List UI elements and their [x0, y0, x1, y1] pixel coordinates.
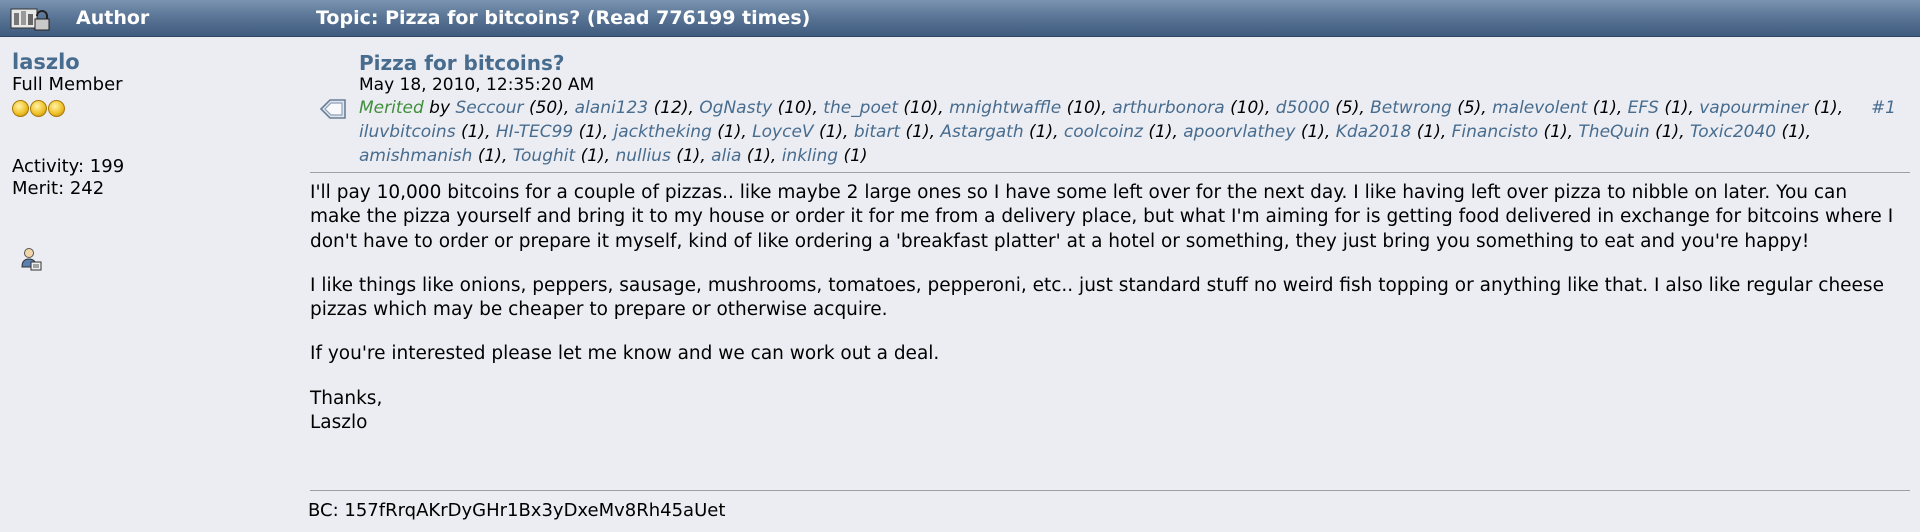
merit-list: Merited by Seccour (50), alani123 (12), … [359, 96, 1859, 168]
post-paragraph: I'll pay 10,000 bitcoins for a couple of… [310, 182, 1894, 252]
merit-count: (1), [472, 146, 513, 166]
merit-count: (1), [1295, 122, 1336, 142]
merit-user-link[interactable]: the_poet [823, 98, 898, 118]
merit-user-link[interactable]: Financisto [1452, 122, 1538, 142]
post-header: Pizza for bitcoins? May 18, 2010, 12:35:… [359, 52, 1859, 168]
merit-user-link[interactable]: coolcoinz [1064, 122, 1143, 142]
post-paragraph: Thanks, Laszlo [310, 387, 383, 434]
merit-count: (5), [1329, 98, 1371, 118]
post-paragraph: If you're interested please let me know … [310, 343, 940, 365]
post-title-link[interactable]: Pizza for bitcoins? [359, 52, 1859, 75]
merit-count: (1), [455, 122, 496, 142]
merit-users: Seccour (50), alani123 (12), OgNasty (10… [359, 98, 1843, 166]
merit-count: (1), [575, 146, 616, 166]
merit-count: (1), [1649, 122, 1690, 142]
merit-count: (1), [813, 122, 854, 142]
post-body: I'll pay 10,000 bitcoins for a couple of… [310, 181, 1900, 455]
merit-count: (1), [1411, 122, 1452, 142]
merit-count: (5), [1451, 98, 1493, 118]
poster-info: laszlo Full Member Activity: 199 Merit: … [12, 50, 302, 200]
merit-count: (1), [1142, 122, 1184, 142]
merit-user-link[interactable]: TheQuin [1578, 122, 1649, 142]
merit-count: (12), [648, 98, 700, 118]
merit-user-link[interactable]: Kda2018 [1336, 122, 1412, 142]
merit-count: (1), [670, 146, 712, 166]
merit-user-link[interactable]: Toughit [513, 146, 575, 166]
merit-count: (1), [1808, 98, 1844, 118]
post-icon [319, 99, 346, 119]
merit-count: (10), [1061, 98, 1113, 118]
merit-user-link[interactable]: Astargath [940, 122, 1023, 142]
rank-stars [12, 100, 302, 117]
merit-count: (1), [1658, 98, 1700, 118]
merit-count: (10), [898, 98, 950, 118]
merit-user-link[interactable]: Betwrong [1370, 98, 1452, 118]
merit-user-link[interactable]: bitart [854, 122, 900, 142]
post-number-link[interactable]: #1 [1871, 98, 1896, 118]
merit-user-link[interactable]: LoyceV [752, 122, 813, 142]
merit-user-link[interactable]: amishmanish [359, 146, 472, 166]
merit-count: (10), [772, 98, 824, 118]
merit-count: (1), [711, 122, 753, 142]
merit-user-link[interactable]: nullius [615, 146, 670, 166]
merit-count: (50), [523, 98, 575, 118]
merit-user-link[interactable]: OgNasty [699, 98, 772, 118]
topic-header-bar: Author Topic: Pizza for bitcoins? (Read … [0, 0, 1920, 37]
merit-count: (1), [1587, 98, 1628, 118]
topic-title: Topic: Pizza for bitcoins? (Read 776199 … [316, 7, 811, 29]
merit-user-link[interactable]: iluvbitcoins [359, 122, 456, 142]
merit-user-link[interactable]: inkling [782, 146, 838, 166]
star-icon [12, 100, 29, 117]
merit-count: (10), [1224, 98, 1276, 118]
merit-user-link[interactable]: alia [711, 146, 741, 166]
merit-count: (1), [573, 122, 614, 142]
activity-stat: Activity: 199 [12, 156, 125, 177]
merit-count: (1), [1776, 122, 1811, 142]
merit-stat: Merit: 242 [12, 178, 105, 199]
merit-user-link[interactable]: Toxic2040 [1690, 122, 1776, 142]
merit-user-link[interactable]: malevolent [1492, 98, 1587, 118]
signature-divider [310, 490, 1910, 491]
merited-label[interactable]: Merited [359, 98, 424, 118]
merit-user-link[interactable]: HI-TEC99 [496, 122, 573, 142]
merit-count: (1), [1023, 122, 1064, 142]
profile-icon[interactable] [20, 247, 42, 271]
star-icon [30, 100, 47, 117]
signature: BC: 157fRrqAKrDyGHr1Bx3yDxeMv8Rh45aUet [308, 500, 726, 521]
merit-user-link[interactable]: mnightwaffle [949, 98, 1061, 118]
merit-user-link[interactable]: vapourminer [1699, 98, 1808, 118]
merit-count: (1), [741, 146, 782, 166]
post-date: May 18, 2010, 12:35:20 AM [359, 75, 595, 95]
star-icon [48, 100, 65, 117]
member-rank: Full Member [12, 74, 123, 95]
merit-user-link[interactable]: EFS [1628, 98, 1659, 118]
merit-user-link[interactable]: jacktheking [614, 122, 712, 142]
merit-user-link[interactable]: apoorvlathey [1183, 122, 1295, 142]
post-header-divider [310, 172, 1910, 173]
post-paragraph: I like things like onions, peppers, saus… [310, 274, 1884, 321]
merit-user-link[interactable]: arthurbonora [1112, 98, 1224, 118]
merit-count: (1), [1538, 122, 1579, 142]
merit-count: (1) [838, 146, 868, 166]
merit-count: (1), [900, 122, 941, 142]
username-link[interactable]: laszlo [12, 50, 302, 74]
merited-by-label: by [429, 98, 451, 118]
merit-user-link[interactable]: d5000 [1276, 98, 1330, 118]
merit-user-link[interactable]: Seccour [455, 98, 523, 118]
locked-topic-icon [10, 8, 50, 31]
author-column-header: Author [76, 7, 150, 29]
merit-user-link[interactable]: alani123 [575, 98, 649, 118]
